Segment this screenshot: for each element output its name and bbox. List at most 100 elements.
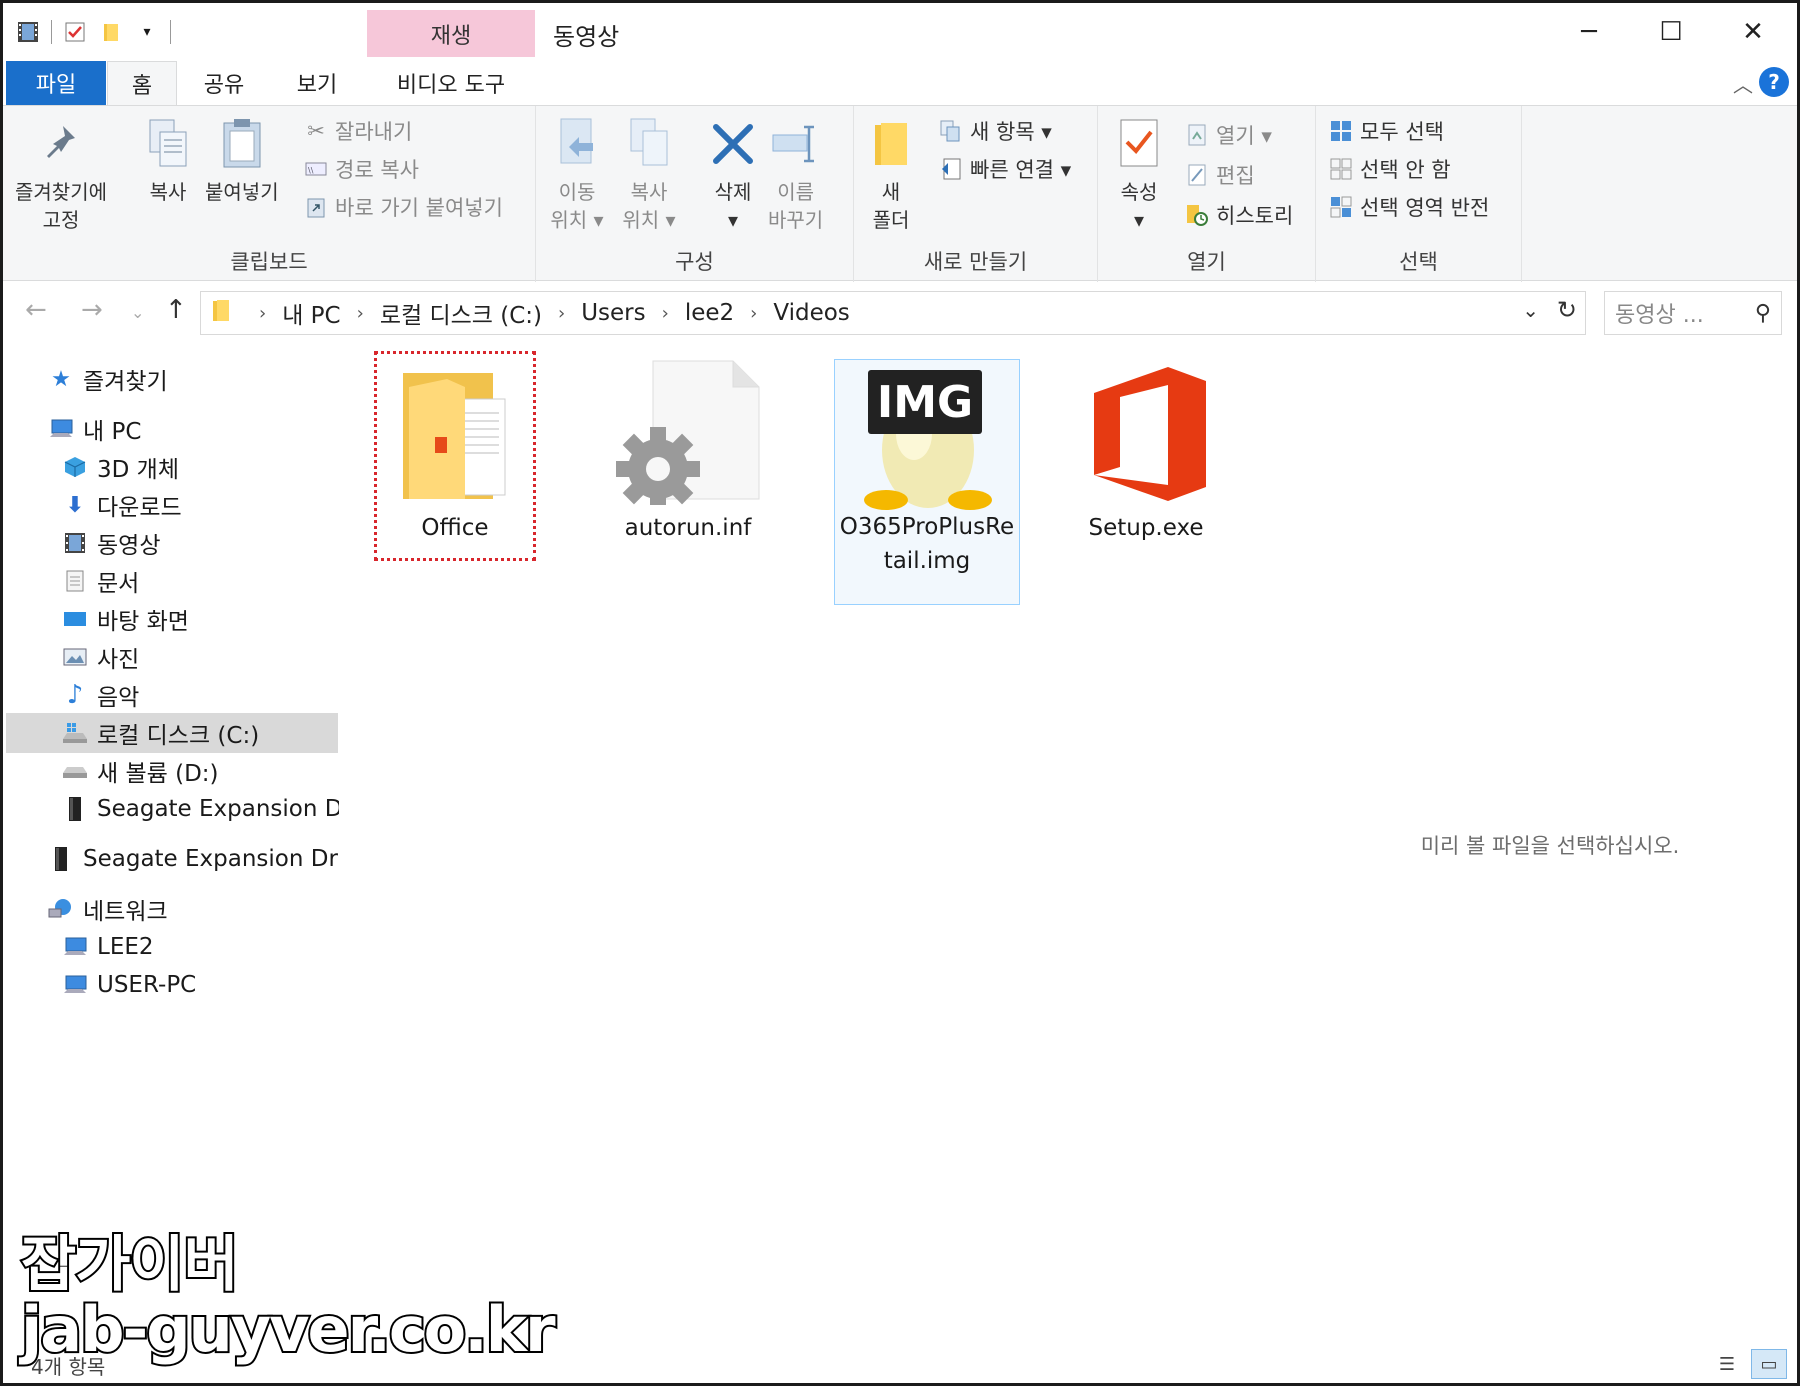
breadcrumb: › 내 PC › 로컬 디스크 (C:) › Users › lee2 › Vi… bbox=[243, 296, 850, 330]
edit-button[interactable]: 편집 bbox=[1184, 158, 1255, 192]
tab-home[interactable]: 홈 bbox=[107, 61, 177, 106]
search-input[interactable]: 동영상 ... ⚲ bbox=[1604, 291, 1782, 335]
copy-button[interactable]: 복사 bbox=[141, 114, 195, 206]
file-item-autorun-inf[interactable]: autorun.inf bbox=[603, 359, 773, 559]
tab-video-tools[interactable]: 비디오 도구 bbox=[367, 61, 535, 105]
open-button[interactable]: 열기 ▾ bbox=[1184, 118, 1272, 152]
properties-button[interactable]: 속성 ▾ bbox=[1112, 114, 1166, 234]
chevron-down-icon[interactable]: ⌄ bbox=[1522, 298, 1539, 322]
history-icon bbox=[1184, 202, 1210, 228]
forward-button[interactable]: → bbox=[81, 295, 103, 325]
select-all-icon bbox=[1328, 118, 1354, 144]
breadcrumb-item[interactable]: Videos bbox=[773, 300, 849, 326]
file-name: autorun.inf bbox=[624, 515, 752, 541]
maximize-button[interactable]: ☐ bbox=[1631, 9, 1711, 55]
tab-file[interactable]: 파일 bbox=[6, 61, 106, 105]
film-icon[interactable] bbox=[15, 19, 41, 45]
chevron-right-icon[interactable]: › bbox=[558, 303, 565, 324]
nav-item-seagate-1[interactable]: Seagate Expansion Dr bbox=[3, 789, 339, 829]
nav-item-documents[interactable]: 문서 bbox=[3, 561, 339, 601]
document-icon bbox=[61, 567, 89, 595]
maximize-icon: ☐ bbox=[1659, 17, 1683, 47]
nav-item-this-pc[interactable]: 내 PC bbox=[3, 409, 339, 449]
qat-separator bbox=[51, 20, 52, 44]
copy-to-button[interactable]: 복사 위치 ▾ bbox=[622, 114, 676, 234]
computer-icon bbox=[47, 415, 75, 443]
drive-icon bbox=[61, 757, 89, 785]
details-view-icon[interactable]: ☰ bbox=[1709, 1349, 1745, 1379]
nav-item-desktop[interactable]: 바탕 화면 bbox=[3, 599, 339, 639]
ribbon: 즐겨찾기에 고정 복사 붙여넣기 ✂ 잘라내기 \\ 경로 복사 바로 가기 붙… bbox=[3, 105, 1797, 282]
tab-share[interactable]: 공유 bbox=[189, 61, 259, 105]
rename-button[interactable]: 이름 바꾸기 bbox=[768, 114, 823, 234]
file-item-setup-exe[interactable]: Setup.exe bbox=[1061, 359, 1231, 559]
dropdown-icon[interactable]: ▾ bbox=[134, 19, 160, 45]
preview-message: 미리 볼 파일을 선택하십시오. bbox=[1420, 834, 1680, 858]
move-to-button[interactable]: 이동 위치 ▾ bbox=[550, 114, 604, 234]
nav-item-user-pc[interactable]: USER-PC bbox=[3, 965, 339, 1005]
nav-item-videos[interactable]: 동영상 bbox=[3, 523, 339, 563]
chevron-up-icon[interactable]: ︿ bbox=[1733, 69, 1753, 98]
file-name: Office bbox=[421, 515, 489, 541]
easy-access-button[interactable]: 빠른 연결 ▾ bbox=[938, 152, 1071, 186]
settings-file-icon bbox=[613, 359, 763, 511]
paste-button[interactable]: 붙여넣기 bbox=[205, 114, 279, 206]
folder-icon[interactable] bbox=[98, 19, 124, 45]
close-button[interactable]: ✕ bbox=[1713, 9, 1793, 55]
quick-access-toolbar: ▾ bbox=[15, 15, 171, 49]
windows-drive-icon bbox=[61, 719, 89, 747]
delete-button[interactable]: 삭제 ▾ bbox=[706, 114, 760, 234]
network-icon bbox=[47, 895, 75, 923]
select-none-button[interactable]: 선택 안 함 bbox=[1328, 152, 1451, 186]
nav-item-3d-objects[interactable]: 3D 개체 bbox=[3, 447, 339, 487]
recent-locations-button[interactable]: ⌄ bbox=[131, 303, 144, 322]
breadcrumb-item[interactable]: Users bbox=[581, 300, 645, 326]
nav-item-downloads[interactable]: ⬇ 다운로드 bbox=[3, 485, 339, 525]
chevron-right-icon[interactable]: › bbox=[357, 303, 364, 324]
breadcrumb-item[interactable]: 로컬 디스크 (C:) bbox=[380, 296, 542, 330]
clipboard-group: 즐겨찾기에 고정 복사 붙여넣기 ✂ 잘라내기 \\ 경로 복사 바로 가기 붙… bbox=[3, 106, 536, 282]
nav-item-quick-access[interactable]: ★ 즐겨찾기 bbox=[3, 359, 339, 399]
checkbox-icon[interactable] bbox=[62, 19, 88, 45]
file-item-office-folder[interactable]: Office bbox=[381, 359, 529, 559]
nav-item-network[interactable]: 네트워크 bbox=[3, 889, 339, 929]
select-all-button[interactable]: 모두 선택 bbox=[1328, 114, 1444, 148]
breadcrumb-item[interactable]: lee2 bbox=[685, 300, 734, 326]
file-list: Office autorun.inf IMG O365ProPlusRe tai… bbox=[341, 345, 1301, 1345]
help-icon[interactable]: ? bbox=[1759, 67, 1789, 97]
large-icons-view-icon[interactable]: ▭ bbox=[1751, 1349, 1787, 1379]
nav-item-music[interactable]: ♪ 음악 bbox=[3, 675, 339, 715]
breadcrumb-item[interactable]: 내 PC bbox=[282, 296, 340, 330]
history-button[interactable]: 히스토리 bbox=[1184, 198, 1293, 232]
nav-item-lee2[interactable]: LEE2 bbox=[3, 927, 339, 967]
chevron-right-icon[interactable]: › bbox=[750, 303, 757, 324]
copy-path-button[interactable]: \\ 경로 복사 bbox=[303, 152, 419, 186]
minimize-button[interactable]: ─ bbox=[1549, 9, 1629, 55]
picture-icon bbox=[61, 643, 89, 671]
chevron-right-icon[interactable]: › bbox=[662, 303, 669, 324]
new-item-button[interactable]: 새 항목 ▾ bbox=[938, 114, 1052, 148]
invert-selection-button[interactable]: 선택 영역 반전 bbox=[1328, 190, 1489, 224]
watermark: 잡가이버 jab-guyver.co.kr bbox=[19, 1233, 558, 1363]
refresh-icon[interactable]: ↻ bbox=[1557, 296, 1577, 324]
nav-item-pictures[interactable]: 사진 bbox=[3, 637, 339, 677]
address-bar[interactable]: › 내 PC › 로컬 디스크 (C:) › Users › lee2 › Vi… bbox=[200, 291, 1586, 335]
music-icon: ♪ bbox=[66, 680, 84, 710]
pin-to-quick-access-button[interactable]: 즐겨찾기에 고정 bbox=[15, 114, 107, 234]
nav-item-local-disk-c[interactable]: 로컬 디스크 (C:) bbox=[6, 713, 338, 753]
ribbon-tabs: 파일 홈 공유 보기 비디오 도구 ︿ ? bbox=[3, 61, 1797, 106]
navigation-pane: ★ 즐겨찾기 내 PC 3D 개체 ⬇ 다운로드 동영상 문서 바탕 화면 사진… bbox=[3, 345, 339, 1345]
new-folder-button[interactable]: 새 폴더 bbox=[864, 114, 918, 234]
tab-view[interactable]: 보기 bbox=[279, 61, 355, 105]
navigation-bar: ← → ⌄ ↑ › 내 PC › 로컬 디스크 (C:) › Users › l… bbox=[3, 283, 1797, 343]
easy-access-icon bbox=[938, 156, 964, 182]
cut-button[interactable]: ✂ 잘라내기 bbox=[303, 114, 412, 148]
file-name: Setup.exe bbox=[1088, 515, 1204, 541]
nav-item-new-volume-d[interactable]: 새 볼륨 (D:) bbox=[3, 751, 339, 791]
up-button[interactable]: ↑ bbox=[165, 295, 187, 325]
nav-item-seagate-2[interactable]: Seagate Expansion Driv bbox=[3, 839, 339, 879]
back-button[interactable]: ← bbox=[25, 295, 47, 325]
paste-shortcut-button[interactable]: 바로 가기 붙여넣기 bbox=[303, 190, 503, 224]
file-item-o365-img[interactable]: IMG O365ProPlusRe tail.img bbox=[834, 359, 1020, 605]
img-badge: IMG bbox=[876, 376, 974, 428]
